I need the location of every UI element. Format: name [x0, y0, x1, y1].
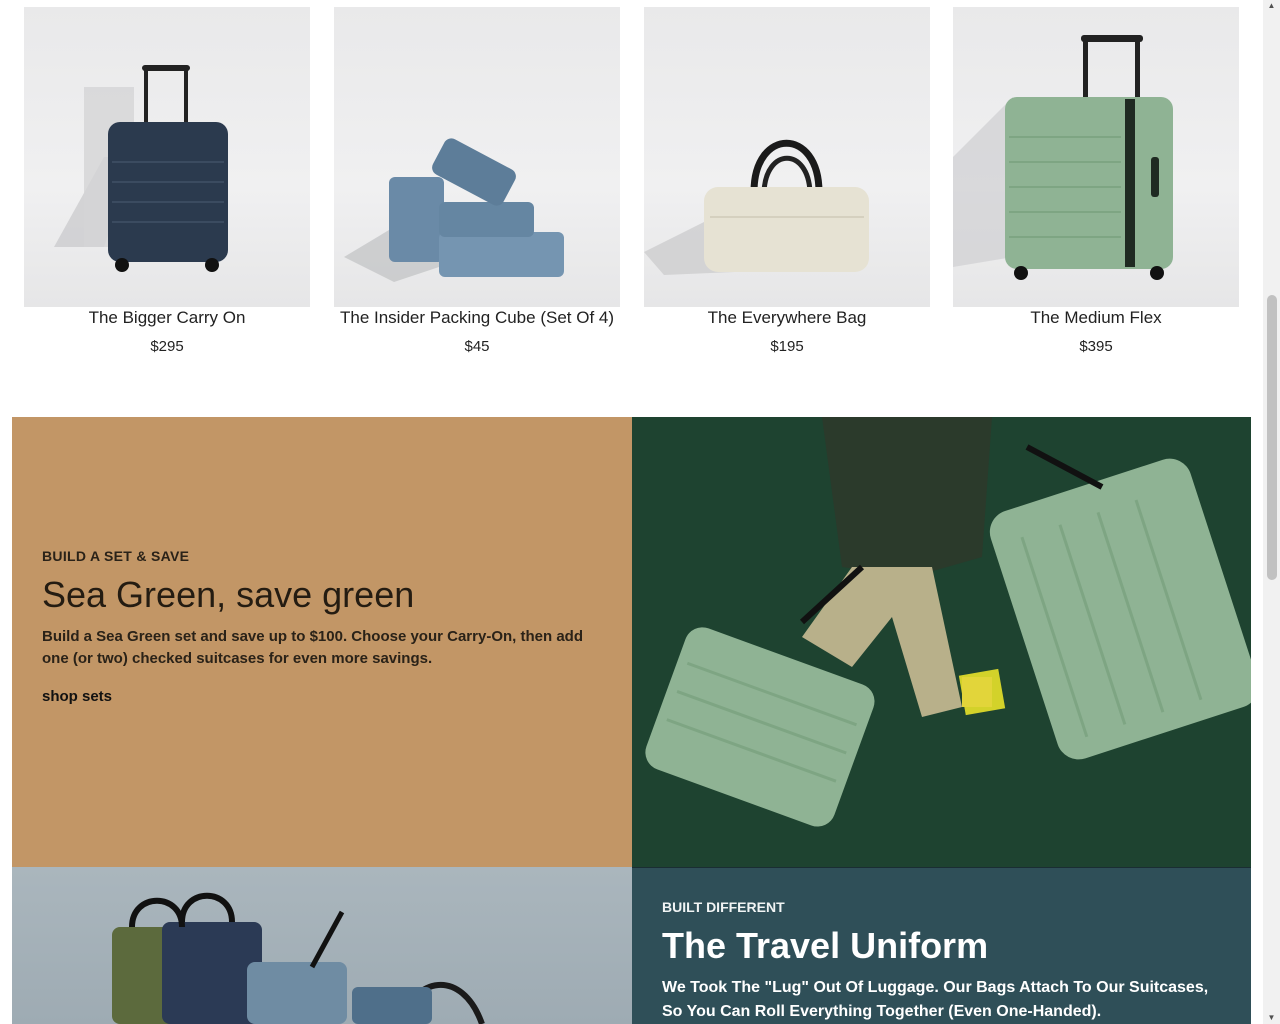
uniform-panel: BUILT DIFFERENT The Travel Uniform We To…	[632, 867, 1251, 1024]
product-name[interactable]: The Everywhere Bag	[644, 307, 930, 329]
product-card[interactable]: The Medium Flex $395	[953, 7, 1239, 367]
blue-packing-cubes-icon	[344, 138, 564, 282]
scrollbar-thumb[interactable]	[1267, 295, 1277, 580]
promo-panel: BUILD A SET & SAVE Sea Green, save green…	[12, 417, 632, 867]
scroll-up-arrow-icon[interactable]: ▲	[1267, 2, 1276, 10]
promo-headline: Sea Green, save green	[42, 574, 415, 615]
product-card[interactable]: The Bigger Carry On $295	[24, 7, 310, 367]
uniform-body: We Took The "Lug" Out Of Luggage. Our Ba…	[662, 979, 1209, 1020]
uniform-eyebrow: BUILT DIFFERENT	[662, 899, 785, 915]
product-name[interactable]: The Bigger Carry On	[24, 307, 310, 329]
stacked-bags-icon	[112, 892, 485, 1024]
product-price: $195	[770, 338, 804, 355]
green-medium-suitcase-icon	[953, 35, 1173, 280]
promo-eyebrow: BUILD A SET & SAVE	[42, 548, 190, 564]
product-image[interactable]	[24, 7, 310, 307]
person-pulling-green-suitcases-icon	[632, 417, 1251, 867]
product-grid: The Bigger Carry On $295 The Insider Pac…	[24, 7, 1239, 367]
product-card[interactable]: The Everywhere Bag $195	[644, 7, 930, 367]
scroll-down-arrow-icon[interactable]: ▼	[1267, 1014, 1276, 1022]
product-name[interactable]: The Insider Packing Cube (Set Of 4)	[334, 307, 620, 329]
uniform-headline: The Travel Uniform	[662, 925, 989, 966]
product-image[interactable]	[334, 7, 620, 307]
product-price: $295	[150, 338, 184, 355]
product-card[interactable]: The Insider Packing Cube (Set Of 4) $45	[334, 7, 620, 367]
promo-image[interactable]	[632, 417, 1251, 867]
shop-sets-link[interactable]: shop sets	[42, 688, 112, 705]
stacked-bags-image[interactable]	[12, 867, 632, 1024]
product-image[interactable]	[953, 7, 1239, 307]
product-price: $395	[1079, 338, 1113, 355]
page: The Bigger Carry On $295 The Insider Pac…	[0, 0, 1280, 1024]
cream-duffel-bag-icon	[644, 139, 869, 275]
product-price: $45	[464, 338, 490, 355]
product-image[interactable]	[644, 7, 930, 307]
vertical-scrollbar[interactable]: ▲ ▼	[1263, 0, 1280, 1024]
promo-body: Build a Sea Green set and save up to $10…	[42, 628, 583, 667]
navy-carry-on-suitcase-icon	[54, 65, 228, 272]
product-name[interactable]: The Medium Flex	[953, 307, 1239, 329]
